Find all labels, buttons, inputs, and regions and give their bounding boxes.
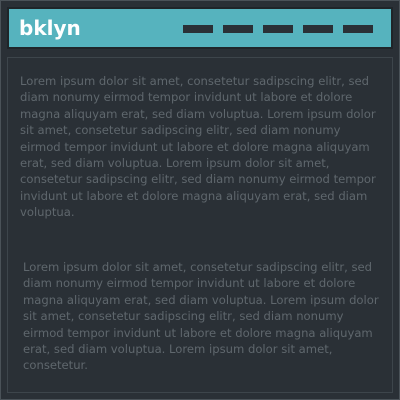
main-nav — [183, 25, 373, 33]
content-panel: Lorem ipsum dolor sit amet, consetetur s… — [7, 57, 393, 393]
nav-item-5[interactable] — [343, 25, 373, 33]
nav-item-1[interactable] — [183, 25, 213, 33]
site-header: bklyn — [7, 7, 393, 49]
brand-logo[interactable]: bklyn — [19, 15, 81, 41]
nav-item-3[interactable] — [263, 25, 293, 33]
content-paragraph-2: Lorem ipsum dolor sit amet, consetetur s… — [23, 260, 379, 373]
page-frame: bklyn Lorem ipsum dolor sit amet, conset… — [0, 0, 400, 400]
nav-item-2[interactable] — [223, 25, 253, 33]
nav-item-4[interactable] — [303, 25, 333, 33]
content-paragraph-1: Lorem ipsum dolor sit amet, consetetur s… — [20, 74, 376, 220]
